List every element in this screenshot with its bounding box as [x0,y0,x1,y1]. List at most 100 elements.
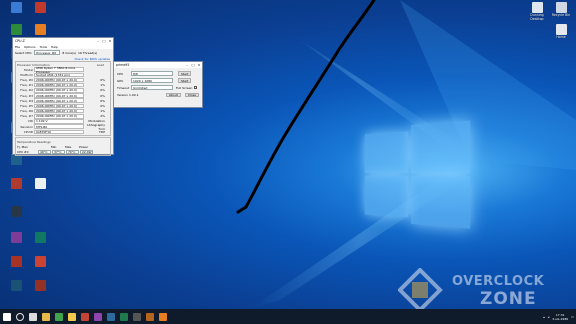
desktop-icon-9[interactable] [3,178,29,190]
info-label: Platform [20,72,33,77]
app-shortcut-icon [10,256,22,267]
info-label: VID [27,119,33,124]
desktop-icon-17[interactable] [27,280,53,292]
search-icon[interactable] [13,309,26,324]
info-value: 2096.00MHz (99.97 x 20.0) [34,108,84,114]
store-icon[interactable] [78,309,91,324]
app-icon[interactable] [91,309,104,324]
notification-icon[interactable]: ▭ [571,315,574,319]
fullscreen-label: Full Screen [176,85,193,90]
start-gpu-button[interactable]: Start [178,78,192,83]
info-extra: 0% [100,93,105,98]
close-button[interactable]: Close [184,92,199,98]
version-label: Version 1.00.1 [117,93,139,97]
volume-icon[interactable]: ◂ [548,315,550,319]
chrome-icon[interactable] [39,309,52,324]
cores-count: 8 Core(s) [62,50,77,55]
app-shortcut-icon [10,232,22,243]
cpu-label: CPU [117,71,124,76]
desktop-icon-label: Recycle Bin [551,13,571,17]
app2-icon[interactable] [104,309,117,324]
desktop-icon-11[interactable] [3,206,29,218]
info-extra: 0% [100,88,105,93]
info-label: CPUID [23,129,33,134]
info-value: 2096.00MHz (99.97 x 20.0) [34,114,84,119]
info-label: Freq. #5 [20,103,33,108]
info-value: 1.109 V [34,119,84,124]
clock[interactable]: 17:31 3-six-2986 [552,313,568,321]
app-shortcut-icon [10,178,22,189]
close-icon[interactable]: × [196,63,202,67]
app-shortcut-icon [531,2,543,13]
desktop-icon-right-0[interactable]: Dunning Desktop [524,2,550,21]
info-row: Freq. #7 2096.00MHz (99.97 x 20.0) 2% [17,114,109,119]
info-value: 2096.00MHz (99.97 x 20.0) [34,93,84,98]
info-extra: 1% [100,83,105,88]
timeout-select[interactable]: Unlimited [131,85,173,90]
start-cpu-button[interactable]: Start [178,71,192,76]
info-value: 0x870F10 [34,129,84,135]
info-value: 2096.00MHz (99.97 x 20.0) [34,82,84,88]
app4-icon[interactable] [130,309,143,324]
app6-icon[interactable] [156,309,169,324]
info-value: Socket AM4 (1331 pin) [34,72,84,78]
desktop-icon-3[interactable] [27,24,53,36]
select-cpu-dropdown[interactable]: Processor #0 [34,50,61,55]
fullscreen-checkbox[interactable] [194,86,198,89]
info-row: Freq. #0 2096.00MHz (99.97 x 20.0) 0% [17,77,109,83]
cpuz-window[interactable]: CPU-Z – □ × File Options Tools Help Sele… [12,37,114,157]
info-row: Revision MTS-B0 Lithography 7nm [17,123,109,131]
app-shortcut-icon [10,206,22,217]
desktop: Dunning Desktop Recycle Bin Home CPU-Z – □… [0,0,576,309]
app-shortcut-icon [34,24,46,35]
desktop-icon-15[interactable] [27,256,53,268]
info-value: 2096.00MHz (99.97 x 20.0) [34,77,84,83]
app-shortcut-icon [34,178,46,189]
info-row: Freq. #5 2096.00MHz (99.97 x 20.0) 0% [17,103,109,109]
explorer-icon[interactable] [65,309,78,324]
desktop-icon-2[interactable] [3,24,29,36]
close-icon[interactable]: × [107,39,113,43]
system-tray: ▴ ◂ 17:31 3-six-2986 ▭ [543,309,574,324]
cpu-select[interactable]: 8/8 [131,71,173,76]
info-extra: 1% [100,109,105,114]
desktop-icon-12[interactable] [3,232,29,244]
xbox-icon[interactable] [52,309,65,324]
desktop-icon-16[interactable] [3,280,29,292]
app-shortcut-icon [10,2,22,13]
app5-icon[interactable] [143,309,156,324]
desktop-icon-1[interactable] [27,2,53,14]
menu-help[interactable]: Help [51,45,58,49]
desktop-icon-14[interactable] [3,256,29,268]
app-shortcut-icon [34,280,46,291]
info-value: 2096.00MHz (99.97 x 20.0) [34,103,84,109]
prime95-window[interactable]: prime95 – □ × CPU 8/8 Start GPU 1920 x 1… [113,61,203,108]
info-row: Freq. #4 2096.00MHz (99.97 x 20.0) 0% [17,98,109,103]
network-icon[interactable]: ▴ [543,315,545,319]
menu-options[interactable]: Options [24,45,36,49]
task-view-icon[interactable] [26,309,39,324]
processor-info-group: Processor Information Load Model AMD Ryze… [15,61,111,137]
app-shortcut-icon [10,280,22,291]
menu-tools[interactable]: Tools [40,45,47,49]
temperature-group: Temperature Readings Tj. Max Min. Max. Powe… [15,137,111,157]
desktop-icon-label: Dunning Desktop [530,13,544,21]
desktop-icon-right-2[interactable]: Home [548,24,574,40]
app-shortcut-icon [555,24,567,35]
info-value: 2096.00MHz (99.97 x 20.0) [34,98,84,103]
menu-file[interactable]: File [15,45,20,49]
start-icon[interactable] [0,309,13,324]
about-button[interactable]: About [165,92,181,98]
app3-icon[interactable] [117,309,130,324]
desktop-icon-0[interactable] [3,2,29,14]
desktop-icon-13[interactable] [27,232,53,244]
info-label: Freq. #3 [20,93,33,98]
desktop-icon-10[interactable] [27,178,53,190]
desktop-icon-right-1[interactable]: Recycle Bin [548,2,574,18]
temp-value: 22.4W [80,149,93,155]
app-shortcut-icon [555,2,567,13]
temp-header: Power [79,144,89,149]
info-row: CPUID 0x870F10 TDP [17,129,109,135]
gpu-select[interactable]: 1920 x 1080 [131,78,173,83]
info-label: Freq. #4 [20,98,33,103]
